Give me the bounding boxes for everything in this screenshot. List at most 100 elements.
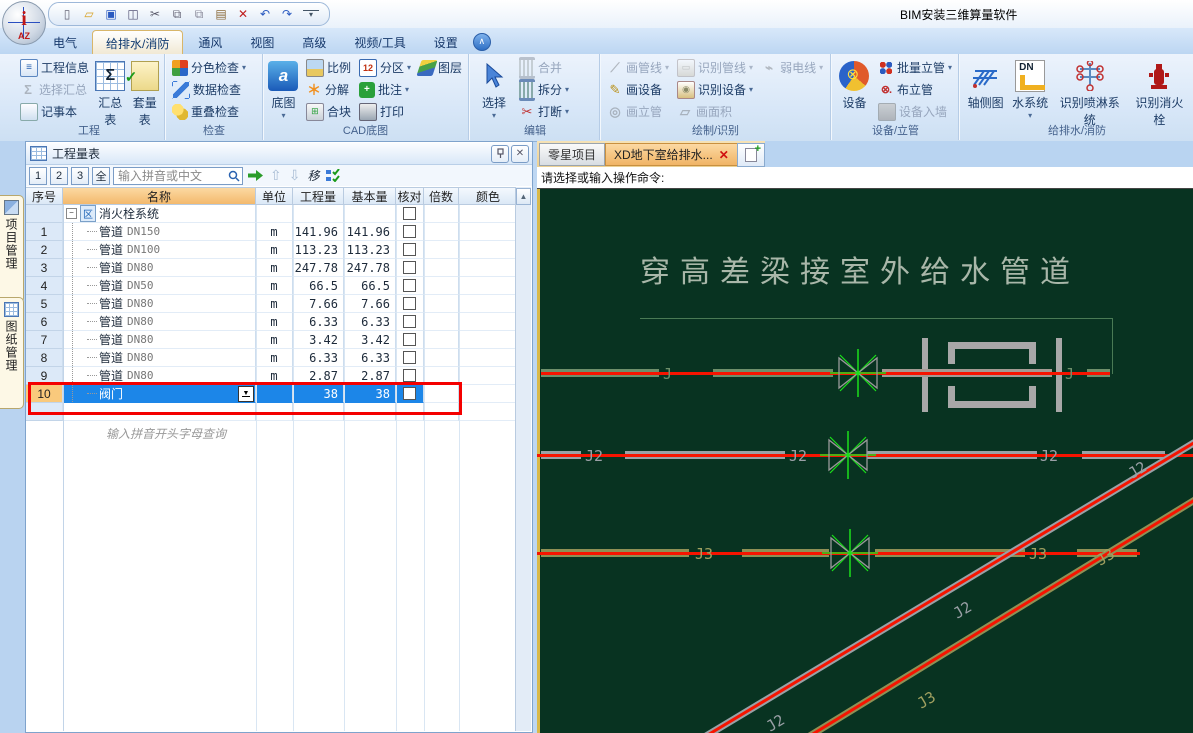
table-row-4[interactable]: 4管道DN50m66.566.5	[26, 277, 518, 295]
doc-tab-misc[interactable]: 零星项目	[539, 143, 605, 166]
ribbon-tab-通风[interactable]: 通风	[185, 30, 235, 54]
batch-riser-button[interactable]: 批量立管▾	[876, 57, 954, 78]
cad-canvas[interactable]: 穿高差梁接室外给水管道 JJJ2J2J2J3J3 J2J2J2J3J3	[537, 189, 1193, 733]
merge-button[interactable]: 合并	[517, 57, 571, 78]
column-header-名称[interactable]: 名称	[63, 187, 256, 205]
recog-hydrant-button[interactable]: 识别消火栓	[1130, 57, 1189, 128]
print-preview-icon[interactable]: ◫	[125, 6, 141, 22]
recog-pipe-button[interactable]: ▭识别管线▾	[675, 57, 755, 78]
redo-icon[interactable]: ↷	[279, 6, 295, 22]
doc-tab-basement-plumbing[interactable]: XD地下室给排水... ✕	[605, 143, 738, 166]
cut-icon[interactable]: ✂	[147, 6, 163, 22]
delete-icon[interactable]: ✕	[235, 6, 251, 22]
undo-icon[interactable]: ↶	[257, 6, 273, 22]
column-header-工程量[interactable]: 工程量	[293, 187, 344, 205]
paste-icon[interactable]: ▤	[213, 6, 229, 22]
summary-table-button[interactable]: Σ汇总表	[95, 57, 125, 128]
name-dropdown-button[interactable]: ▼	[238, 386, 254, 402]
place-riser-button[interactable]: ⊗.布立管	[876, 79, 954, 100]
table-row-8[interactable]: 8管道DN80m6.336.33	[26, 349, 518, 367]
project-info-button[interactable]: ≡工程信息	[18, 57, 91, 78]
open-folder-icon[interactable]: ▱	[81, 6, 97, 22]
save-icon[interactable]: ▣	[103, 6, 119, 22]
scale-button[interactable]: 比例	[304, 57, 353, 78]
level-3-button[interactable]: 3	[71, 167, 89, 185]
check-checkbox[interactable]	[403, 387, 416, 400]
table-row-1[interactable]: 1管道DN150m141.96141.96	[26, 223, 518, 241]
check-checkbox[interactable]	[403, 207, 416, 220]
weak-wire-button[interactable]: ⌁弱电线▾	[759, 57, 825, 78]
duplicate-icon[interactable]: ⧉	[191, 6, 207, 22]
ribbon-tab-设置[interactable]: 设置	[421, 30, 471, 54]
close-panel-button[interactable]: ✕	[511, 145, 529, 163]
close-tab-icon[interactable]: ✕	[719, 148, 729, 162]
break-button[interactable]: ✂打断▾	[517, 101, 571, 122]
explode-button[interactable]: ＊分解	[304, 79, 353, 100]
base-map-button[interactable]: a底图▾	[267, 57, 300, 122]
table-row-7[interactable]: 7管道DN80m3.423.42	[26, 331, 518, 349]
ribbon-tab-视频/工具[interactable]: 视频/工具	[341, 30, 418, 54]
qat-overflow-icon[interactable]: ▾	[303, 10, 319, 19]
check-checkbox[interactable]	[403, 315, 416, 328]
annotate-button[interactable]: +批注▾	[357, 79, 413, 100]
copy-icon[interactable]: ⧉	[169, 6, 185, 22]
locate-button[interactable]	[246, 168, 265, 184]
column-header-颜色[interactable]: 颜色	[459, 187, 518, 205]
panel-title-bar[interactable]: 工程量表 ✕	[26, 143, 532, 165]
pin-button[interactable]	[491, 145, 509, 163]
recog-device-button[interactable]: ◉识别设备▾	[675, 79, 755, 100]
search-input[interactable]: 输入拼音或中文	[113, 167, 243, 185]
check-checkbox[interactable]	[403, 279, 416, 292]
water-system-button[interactable]: 水系统▾	[1010, 57, 1050, 128]
check-checkbox[interactable]	[403, 351, 416, 364]
empty-row[interactable]	[26, 403, 518, 421]
level-2-button[interactable]: 2	[50, 167, 68, 185]
draw-pipe-button[interactable]: ⟋画管线▾	[605, 57, 671, 78]
column-header-基本量[interactable]: 基本量	[344, 187, 396, 205]
layer-button[interactable]: 图层	[417, 57, 464, 78]
vertical-scrollbar[interactable]: ▲	[515, 187, 531, 731]
select-button[interactable]: 选择▾	[475, 57, 513, 122]
device-button[interactable]: 设备	[837, 57, 872, 122]
table-row-9[interactable]: 9管道DN80m2.872.87	[26, 367, 518, 385]
check-checkbox[interactable]	[403, 243, 416, 256]
print-button[interactable]: 打印	[357, 101, 413, 122]
table-row-2[interactable]: 2管道DN100m113.23113.23	[26, 241, 518, 259]
draw-device-button[interactable]: ✎画设备	[605, 79, 671, 100]
level-1-button[interactable]: 1	[29, 167, 47, 185]
merge-block-button[interactable]: ⊞合块	[304, 101, 353, 122]
column-header-单位[interactable]: 单位	[256, 187, 293, 205]
app-logo-icon[interactable]: i AZ	[2, 1, 46, 45]
device-in-wall-button[interactable]: 设备入墙	[876, 101, 954, 122]
column-header-核对[interactable]: 核对	[396, 187, 424, 205]
check-checkbox[interactable]	[403, 297, 416, 310]
notepad-button[interactable]: 记事本	[18, 101, 91, 122]
batch-check-button[interactable]	[324, 168, 344, 184]
recog-sprinkler-button[interactable]: 识别喷淋系统	[1054, 57, 1126, 128]
level-all-button[interactable]: 全	[92, 167, 110, 185]
draw-riser-button[interactable]: ◎画立管	[605, 101, 671, 122]
color-check-button[interactable]: 分色检查▾	[170, 57, 248, 78]
check-checkbox[interactable]	[403, 261, 416, 274]
move-up-button[interactable]: ⇧	[268, 168, 284, 184]
sidebar-tab-project-manage[interactable]: 项目管理	[0, 195, 24, 303]
scroll-up-arrow[interactable]: ▲	[516, 188, 531, 205]
move-button[interactable]: 移	[305, 168, 321, 184]
table-row-6[interactable]: 6管道DN80m6.336.33	[26, 313, 518, 331]
new-tab-button[interactable]	[737, 143, 765, 167]
partition-button[interactable]: 12分区▾	[357, 57, 413, 78]
axonometric-button[interactable]: 轴侧图	[965, 57, 1006, 128]
tree-collapse-icon[interactable]: −	[66, 208, 77, 219]
ribbon-tab-视图[interactable]: 视图	[237, 30, 287, 54]
new-file-icon[interactable]: ▯	[59, 6, 75, 22]
select-summary-button[interactable]: Σ选择汇总	[18, 79, 91, 100]
sidebar-tab-drawing-manage[interactable]: 图纸管理	[0, 297, 24, 409]
move-down-button[interactable]: ⇩	[287, 168, 303, 184]
split-button[interactable]: 拆分▾	[517, 79, 571, 100]
column-header-序号[interactable]: 序号	[26, 187, 63, 205]
check-checkbox[interactable]	[403, 225, 416, 238]
overlap-check-button[interactable]: 重叠检查	[170, 101, 248, 122]
table-row-3[interactable]: 3管道DN80m247.78247.78	[26, 259, 518, 277]
group-row-hydrant-system[interactable]: −区消火栓系统	[26, 205, 518, 223]
table-row-5[interactable]: 5管道DN80m7.667.66	[26, 295, 518, 313]
